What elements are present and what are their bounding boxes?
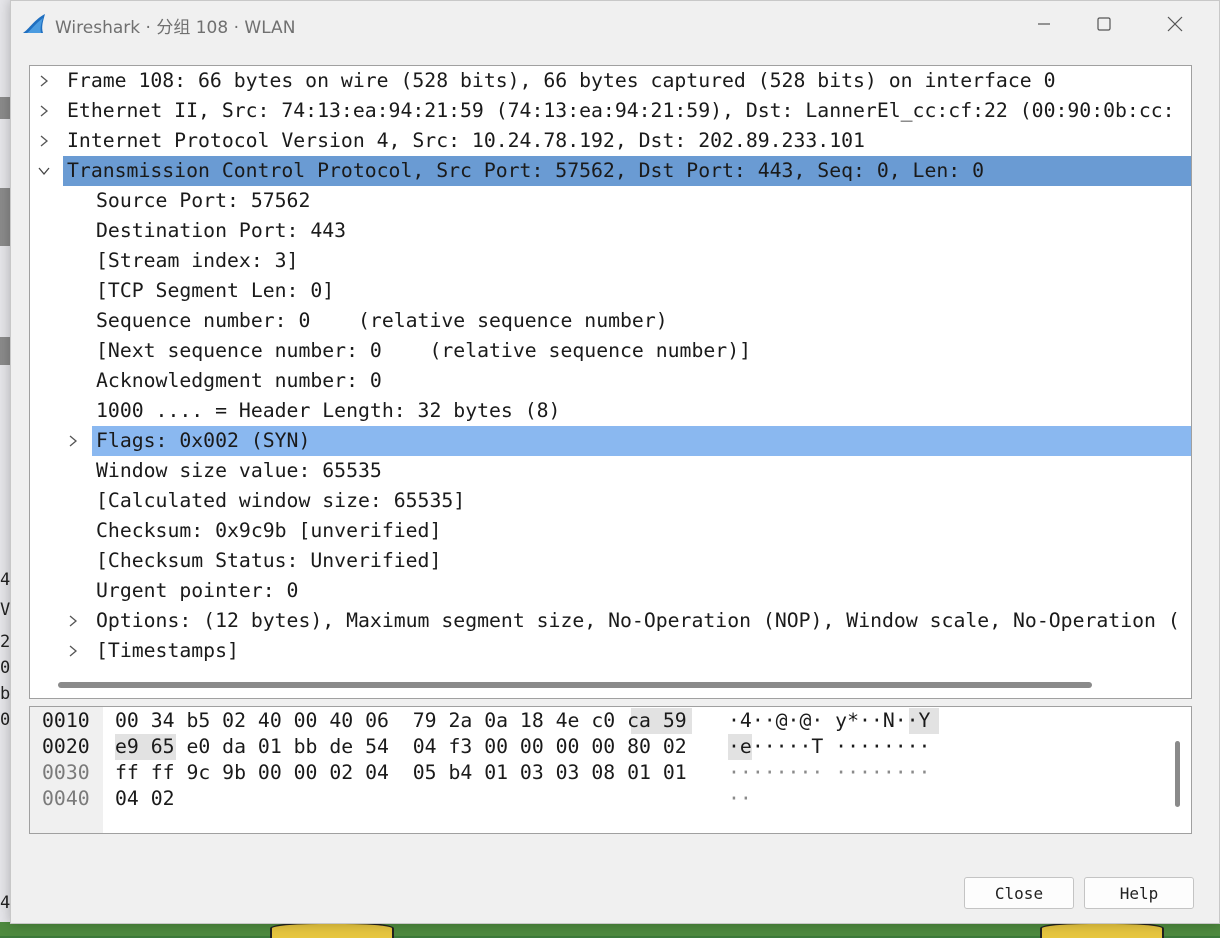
wireshark-fin-icon — [23, 14, 45, 33]
tree-item-label: [Checksum Status: Unverified] — [96, 549, 442, 572]
tree-item-label: Ethernet II, Src: 74:13:ea:94:21:59 (74:… — [67, 99, 1175, 122]
tree-item-label: [Next sequence number: 0 (relative seque… — [96, 339, 752, 362]
hex-row[interactable]: 0010 00 34 b5 02 40 00 40 06 79 2a 0a 18 … — [30, 708, 1170, 734]
tree-item-label: [Calculated window size: 65535] — [96, 489, 466, 512]
window-title: Wireshark · 分组 108 · WLAN — [55, 18, 296, 38]
tree-item-label: Source Port: 57562 — [96, 189, 311, 212]
chevron-right-icon[interactable] — [63, 426, 83, 456]
hex-ascii[interactable]: ·e·····T ········ — [728, 734, 930, 760]
tree-item-label: Window size value: 65535 — [96, 459, 382, 482]
tree-item-label: [Timestamps] — [96, 639, 239, 662]
hex-offset: 0010 — [42, 709, 90, 732]
minimize-icon — [1038, 23, 1050, 25]
tree-item-label: [Stream index: 3] — [96, 249, 299, 272]
packet-details-tree[interactable]: [Timestamps] Options: (12 bytes), Maximum… — [29, 65, 1192, 699]
tree-item[interactable]: [Next sequence number: 0 (relative seque… — [30, 336, 1191, 366]
tree-item[interactable]: Sequence number: 0 (relative sequence nu… — [30, 306, 1191, 336]
desktop-wallpaper — [0, 922, 1220, 938]
tree-item-label: Transmission Control Protocol, Src Port:… — [67, 159, 985, 182]
tree-item[interactable]: Frame 108: 66 bytes on wire (528 bits), … — [30, 66, 1191, 96]
hex-row[interactable]: 0040 04 02 ·· — [30, 786, 1170, 812]
tree-item[interactable]: Internet Protocol Version 4, Src: 10.24.… — [30, 126, 1191, 156]
hex-bytes[interactable]: ff ff 9c 9b 00 00 02 04 05 b4 01 03 03 0… — [115, 760, 687, 786]
hex-bytes[interactable]: e9 65 e0 da 01 bb de 54 04 f3 00 00 00 0… — [115, 734, 687, 760]
chevron-right-icon[interactable] — [34, 66, 54, 96]
tree-item[interactable]: [Stream index: 3] — [30, 246, 1191, 276]
tree-item[interactable]: Acknowledgment number: 0 — [30, 366, 1191, 396]
tree-item[interactable]: Urgent pointer: 0 — [30, 576, 1191, 606]
tree-item-label: 1000 .... = Header Length: 32 bytes (8) — [96, 399, 561, 422]
hex-row[interactable]: 0020 e9 65 e0 da 01 bb de 54 04 f3 00 00 … — [30, 734, 1170, 760]
chevron-down-icon[interactable] — [34, 156, 54, 186]
tree-item-label: Checksum: 0x9c9b [unverified] — [96, 519, 442, 542]
maximize-icon — [1097, 17, 1111, 31]
tree-item[interactable]: Checksum: 0x9c9b [unverified] — [30, 516, 1191, 546]
minimize-button[interactable] — [1021, 9, 1067, 39]
tree-item[interactable]: [Checksum Status: Unverified] — [30, 546, 1191, 576]
close-icon — [1167, 16, 1183, 32]
help-button[interactable]: Help — [1084, 877, 1194, 909]
chevron-right-icon[interactable] — [34, 126, 54, 156]
chevron-right-icon[interactable] — [34, 96, 54, 126]
tree-item[interactable]: Window size value: 65535 — [30, 456, 1191, 486]
tree-item[interactable]: [Calculated window size: 65535] — [30, 486, 1191, 516]
vertical-scrollbar[interactable] — [1175, 741, 1180, 807]
tree-item[interactable]: Destination Port: 443 — [30, 216, 1191, 246]
tree-item-label: Acknowledgment number: 0 — [96, 369, 382, 392]
tree-item-label: Flags: 0x002 (SYN) — [96, 429, 311, 452]
hex-bytes[interactable]: 04 02 — [115, 786, 175, 812]
tree-item[interactable]: [TCP Segment Len: 0] — [30, 276, 1191, 306]
title-bar[interactable]: Wireshark · 分组 108 · WLAN — [11, 1, 1219, 47]
hex-ascii[interactable]: ·· — [728, 786, 752, 812]
tree-item[interactable]: Options: (12 bytes), Maximum segment siz… — [30, 606, 1191, 636]
maximize-button[interactable] — [1081, 9, 1127, 39]
tree-item-label: Internet Protocol Version 4, Src: 10.24.… — [67, 129, 865, 152]
hex-row[interactable]: 0030 ff ff 9c 9b 00 00 02 04 05 b4 01 03 … — [30, 760, 1170, 786]
packet-bytes-pane[interactable]: 0010 00 34 b5 02 40 00 40 06 79 2a 0a 18 … — [29, 706, 1192, 834]
tree-item[interactable]: Transmission Control Protocol, Src Port:… — [30, 156, 1191, 186]
tree-item-label: Frame 108: 66 bytes on wire (528 bits), … — [67, 69, 1056, 92]
chevron-right-icon[interactable] — [63, 636, 83, 666]
hex-offset: 0030 — [42, 761, 90, 784]
packet-details-window: Wireshark · 分组 108 · WLAN [Timestamps] Op… — [10, 0, 1220, 924]
hex-bytes[interactable]: 00 34 b5 02 40 00 40 06 79 2a 0a 18 4e c… — [115, 708, 687, 734]
tree-item-label: Sequence number: 0 (relative sequence nu… — [96, 309, 668, 332]
hex-ascii[interactable]: ·4··@·@· y*··N··Y — [728, 708, 930, 734]
hex-offset: 0020 — [42, 735, 90, 758]
tree-item-label: Urgent pointer: 0 — [96, 579, 299, 602]
tree-item[interactable]: 1000 .... = Header Length: 32 bytes (8) — [30, 396, 1191, 426]
tree-item-label: Options: (12 bytes), Maximum segment siz… — [96, 609, 1180, 632]
hex-offset: 0040 — [42, 787, 90, 810]
tree-item[interactable]: Ethernet II, Src: 74:13:ea:94:21:59 (74:… — [30, 96, 1191, 126]
close-window-button[interactable] — [1152, 9, 1198, 39]
tree-item[interactable]: [Timestamps] — [30, 636, 1191, 666]
chevron-right-icon[interactable] — [63, 606, 83, 636]
tree-item-label: [TCP Segment Len: 0] — [96, 279, 335, 302]
horizontal-scrollbar[interactable] — [58, 682, 1092, 688]
hex-ascii[interactable]: ········ ········ — [728, 760, 930, 786]
close-button[interactable]: Close — [964, 877, 1074, 909]
tree-item[interactable]: Flags: 0x002 (SYN) — [30, 426, 1191, 456]
tree-item[interactable]: Source Port: 57562 — [30, 186, 1191, 216]
tree-item-label: Destination Port: 443 — [96, 219, 347, 242]
